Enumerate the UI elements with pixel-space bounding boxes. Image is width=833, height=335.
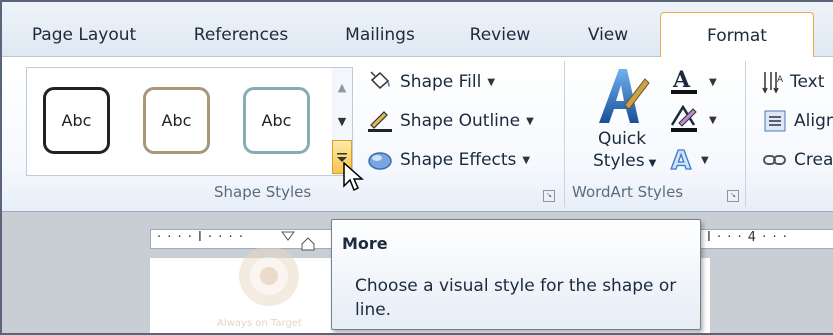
gallery-scroll-up-button[interactable]: ▲: [332, 70, 352, 104]
shape-style-swatch[interactable]: Abc: [43, 87, 110, 154]
shape-style-swatch[interactable]: Abc: [243, 87, 310, 154]
shape-style-swatch[interactable]: Abc: [143, 87, 210, 154]
shape-styles-group-label: Shape Styles: [214, 183, 312, 201]
quick-styles-button[interactable]: Quick Styles ▼: [585, 65, 660, 175]
text-direction-icon: A: [762, 70, 784, 94]
link-icon: [762, 148, 788, 172]
dropdown-arrow-icon: ▼: [487, 76, 496, 88]
text-fill-button[interactable]: A ▼: [669, 67, 729, 95]
gallery-scroll-down-button[interactable]: ▼: [332, 104, 352, 138]
group-separator: [564, 61, 565, 207]
tab-page-layout[interactable]: Page Layout: [18, 14, 150, 56]
ruler-ticks: · · · · I · · · ·: [157, 230, 244, 245]
ribbon-tab-bar: Page Layout References Mailings Review V…: [2, 2, 833, 59]
shape-fill-label: Shape Fill: [400, 72, 482, 92]
more-tooltip: More Choose a visual style for the shape…: [331, 219, 701, 330]
text-outline-button[interactable]: ▼: [669, 104, 729, 133]
text-outline-icon: ▼: [670, 104, 717, 132]
shape-outline-button[interactable]: Shape Outline ▼: [366, 106, 534, 136]
svg-text:▼: ▼: [701, 155, 709, 166]
align-text-icon: [762, 109, 788, 133]
group-separator: [745, 61, 746, 207]
shape-outline-label: Shape Outline: [400, 111, 521, 131]
text-direction-button[interactable]: A Text: [762, 67, 824, 97]
tab-review[interactable]: Review: [454, 14, 546, 56]
wordart-styles-group-label: WordArt Styles: [572, 183, 684, 201]
dropdown-arrow-icon: ▼: [526, 115, 534, 127]
svg-text:A: A: [672, 67, 691, 93]
first-line-indent-marker-icon[interactable]: [281, 226, 295, 241]
text-effects-icon: A ▼: [670, 145, 709, 176]
dropdown-arrow-icon: ▼: [522, 154, 531, 166]
create-link-label: Crea: [794, 150, 833, 170]
text-effects-button[interactable]: A ▼: [669, 145, 729, 176]
svg-text:A: A: [671, 146, 691, 173]
ruler-ticks-right: I · · · 4 · · ·: [707, 230, 788, 245]
text-direction-label: Text: [790, 72, 825, 92]
shape-effects-icon: [366, 148, 394, 172]
wordart-dialog-launcher-icon[interactable]: ↘: [727, 190, 739, 202]
align-text-button[interactable]: Align: [762, 106, 833, 136]
shape-effects-label: Shape Effects: [400, 150, 517, 170]
pencil-outline-icon: [366, 109, 394, 133]
logo-text: Always on Target: [217, 318, 302, 329]
svg-text:▼: ▼: [709, 77, 717, 88]
ribbon-body: Abc Abc Abc ▲ ▼ Shape Fill ▼ Shape Outli…: [2, 57, 833, 212]
tab-references[interactable]: References: [178, 14, 304, 56]
word-window: Page Layout References Mailings Review V…: [0, 0, 833, 335]
shape-styles-gallery: Abc Abc Abc: [26, 67, 334, 176]
tab-mailings[interactable]: Mailings: [330, 14, 430, 56]
svg-text:A: A: [777, 75, 784, 85]
create-link-button[interactable]: Crea: [762, 145, 833, 175]
shape-styles-dialog-launcher-icon[interactable]: ↘: [543, 190, 555, 202]
tooltip-description: Choose a visual style for the shape or l…: [355, 276, 677, 320]
shape-effects-button[interactable]: Shape Effects ▼: [366, 145, 530, 175]
tooltip-title: More: [342, 234, 388, 253]
document-logo-image: Always on Target: [207, 246, 327, 333]
wordart-a-icon: [599, 69, 650, 123]
paint-bucket-icon: [366, 70, 394, 94]
tab-format[interactable]: Format: [660, 12, 814, 59]
mouse-pointer-icon: [343, 161, 365, 198]
shape-fill-button[interactable]: Shape Fill ▼: [366, 67, 495, 97]
quick-styles-label-line1: Quick: [598, 129, 647, 149]
gallery-scrollbar: ▲ ▼: [332, 67, 353, 176]
text-fill-icon: A ▼: [671, 67, 717, 94]
svg-text:▼: ▼: [709, 115, 717, 126]
tab-view[interactable]: View: [568, 14, 648, 56]
align-text-label: Align: [794, 111, 833, 131]
quick-styles-label-line2: Styles ▼: [593, 151, 657, 171]
